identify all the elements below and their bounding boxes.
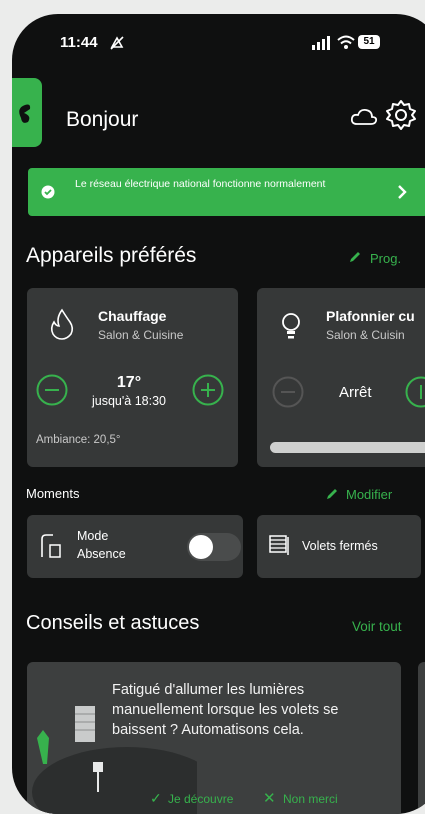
heating-ambient: Ambiance: 20,5° (36, 434, 121, 446)
brand-logo[interactable] (12, 78, 42, 147)
heating-until: jusqu'à 18:30 (79, 394, 179, 408)
shutters-label: Volets fermés (302, 539, 378, 553)
increase-temperature-button[interactable] (192, 374, 224, 406)
absence-label-line1: Mode (77, 529, 108, 543)
shutters-icon (269, 535, 291, 557)
brightness-slider[interactable] (270, 442, 425, 453)
accept-tip-button[interactable]: Je découvre (168, 792, 233, 806)
program-link[interactable]: Prog. (370, 251, 401, 266)
settings-gear-icon[interactable] (384, 98, 418, 132)
edit-moments-link[interactable]: Modifier (346, 487, 392, 502)
absence-label-line2: Absence (77, 547, 126, 561)
pencil-icon (325, 487, 339, 501)
check-icon: ✓ (150, 790, 162, 807)
heating-card[interactable]: Chauffage Salon & Cuisine 17° jusqu'à 18… (27, 288, 238, 467)
close-icon: ✕ (263, 789, 276, 807)
battery-icon: 51 (358, 35, 380, 49)
favorites-title: Appareils préférés (26, 244, 196, 268)
light-increase-button[interactable] (405, 376, 425, 408)
tip-text: Fatigué d'allumer les lumières manuellem… (112, 680, 382, 740)
light-card[interactable]: Plafonnier cu Salon & Cuisin Arrêt (257, 288, 425, 467)
light-decrease-button[interactable] (272, 376, 304, 408)
flame-icon (49, 308, 75, 340)
wifi-icon (337, 35, 355, 50)
silent-mode-icon (109, 35, 125, 51)
tips-title: Conseils et astuces (26, 612, 199, 635)
decline-tip-button[interactable]: Non merci (283, 792, 338, 806)
signal-icon (312, 36, 332, 50)
greeting-title: Bonjour (66, 108, 138, 132)
lightbulb-icon (281, 312, 301, 342)
heating-room: Salon & Cuisine (98, 328, 183, 342)
heating-name: Chauffage (98, 308, 166, 324)
banner-text: Le réseau électrique national fonctionne… (75, 178, 355, 191)
light-state: Arrêt (339, 384, 372, 401)
phone-screen: 11:44 51 Bonjour Le réseau électrique na… (12, 14, 425, 814)
moment-shutters-closed[interactable]: Volets fermés (257, 515, 421, 578)
heating-temperature: 17° (79, 374, 179, 392)
tip-card[interactable]: Fatigué d'allumer les lumières manuellem… (27, 662, 401, 814)
next-tip-card[interactable] (418, 662, 425, 814)
decrease-temperature-button[interactable] (36, 374, 68, 406)
toggle-knob (189, 535, 213, 559)
chevron-right-icon (396, 184, 408, 200)
moment-absence-mode[interactable]: Mode Absence (27, 515, 243, 578)
absence-toggle[interactable] (187, 533, 241, 561)
cloud-icon[interactable] (350, 106, 378, 128)
see-all-link[interactable]: Voir tout (352, 619, 402, 634)
light-room: Salon & Cuisin (326, 328, 405, 342)
grid-status-banner[interactable]: Le réseau électrique national fonctionne… (28, 168, 425, 216)
pencil-icon (348, 250, 362, 264)
moments-title: Moments (26, 486, 79, 501)
check-circle-icon (41, 185, 55, 199)
absence-icon (39, 533, 63, 559)
light-name: Plafonnier cu (326, 308, 415, 324)
status-time: 11:44 (60, 34, 98, 51)
